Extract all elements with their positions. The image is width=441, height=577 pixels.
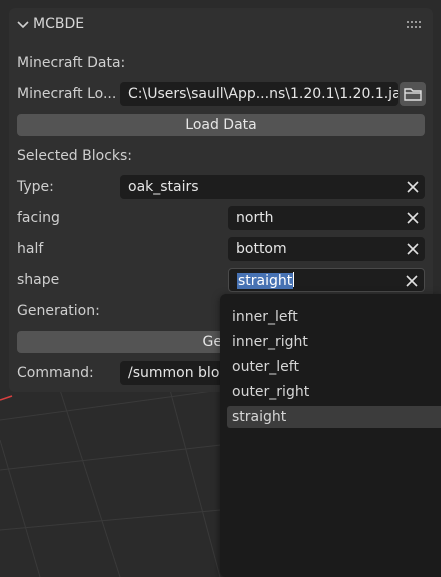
- chevron-down-icon[interactable]: [17, 20, 29, 30]
- clear-x-icon[interactable]: [406, 242, 420, 256]
- shape-row: shape straight: [9, 268, 433, 292]
- panel-header[interactable]: MCBDE: [9, 8, 433, 44]
- selected-blocks-heading: Selected Blocks:: [17, 148, 133, 164]
- minecraft-location-value: C:\Users\saull\App...ns\1.20.1\1.20.1.ja…: [128, 86, 398, 102]
- generation-heading: Generation:: [17, 303, 100, 319]
- clear-x-icon[interactable]: [406, 180, 420, 194]
- minecraft-location-row: Minecraft Lo... C:\Users\saull\App...ns\…: [9, 82, 433, 106]
- minecraft-location-field[interactable]: C:\Users\saull\App...ns\1.20.1\1.20.1.ja…: [120, 82, 398, 106]
- browse-folder-button[interactable]: [400, 82, 426, 106]
- clear-x-icon[interactable]: [406, 211, 420, 225]
- command-label: Command:: [17, 365, 94, 381]
- half-value: bottom: [236, 241, 287, 257]
- dropdown-option-inner-left[interactable]: inner_left: [227, 306, 441, 328]
- dropdown-option-outer-right[interactable]: outer_right: [227, 381, 441, 403]
- dropdown-option-straight[interactable]: straight: [227, 406, 441, 428]
- minecraft-data-heading: Minecraft Data:: [17, 55, 126, 71]
- dropdown-option-inner-right[interactable]: inner_right: [227, 331, 441, 353]
- facing-label: facing: [17, 210, 60, 226]
- half-row: half bottom: [9, 237, 433, 261]
- load-data-row: Load Data: [9, 114, 433, 138]
- load-data-button[interactable]: Load Data: [17, 114, 425, 136]
- half-label: half: [17, 241, 44, 257]
- text-caret: [293, 272, 295, 287]
- minecraft-data-row: Minecraft Data:: [9, 51, 433, 75]
- drag-handle-icon[interactable]: [407, 21, 421, 29]
- clear-x-icon[interactable]: [405, 274, 419, 288]
- shape-field[interactable]: straight: [228, 268, 425, 292]
- shape-label: shape: [17, 272, 60, 288]
- type-label: Type:: [17, 179, 54, 195]
- panel-title: MCBDE: [33, 16, 85, 32]
- folder-icon: [404, 88, 422, 101]
- facing-field[interactable]: north: [228, 206, 425, 230]
- dropdown-option-outer-left[interactable]: outer_left: [227, 356, 441, 378]
- half-field[interactable]: bottom: [228, 237, 425, 261]
- shape-suggestions-dropdown: inner_left inner_right outer_left outer_…: [220, 294, 441, 577]
- facing-row: facing north: [9, 206, 433, 230]
- facing-value: north: [236, 210, 274, 226]
- command-value: /summon bloc: [128, 365, 228, 381]
- minecraft-location-label: Minecraft Lo...: [17, 86, 117, 102]
- type-value: oak_stairs: [128, 179, 199, 195]
- selected-blocks-row: Selected Blocks:: [9, 144, 433, 168]
- shape-value: straight: [237, 273, 294, 289]
- type-row: Type: oak_stairs: [9, 175, 433, 199]
- type-field[interactable]: oak_stairs: [120, 175, 425, 199]
